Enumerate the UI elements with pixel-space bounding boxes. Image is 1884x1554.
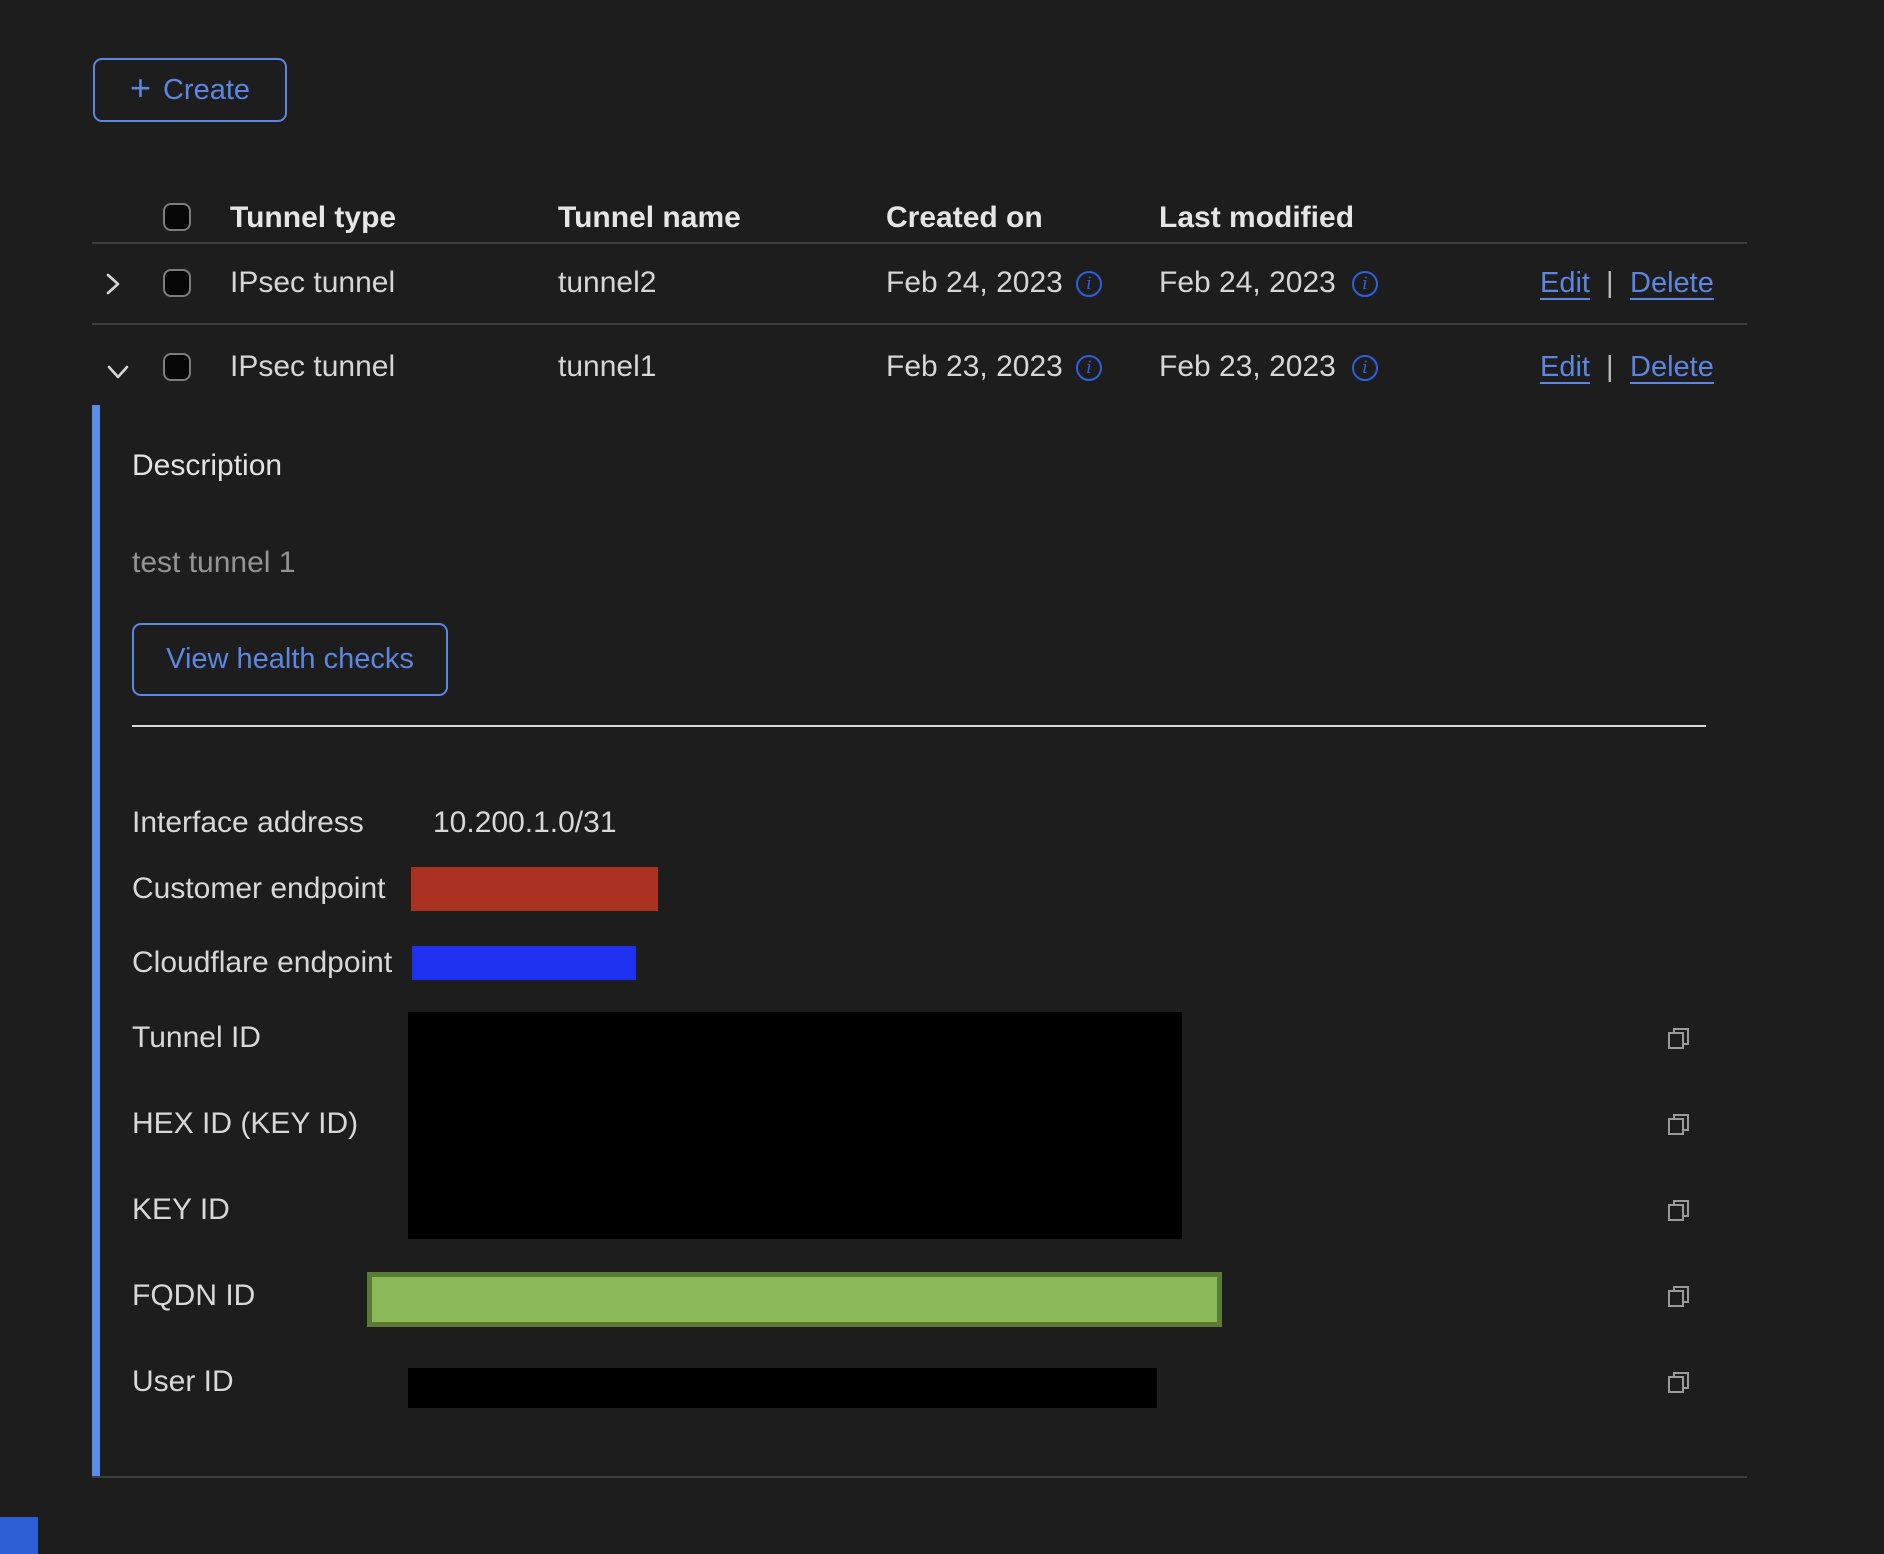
info-glyph: i xyxy=(1362,360,1367,377)
customer-endpoint-redaction xyxy=(411,867,658,911)
last-modified-cell: Feb 24, 2023 xyxy=(1159,264,1336,302)
ids-redaction xyxy=(408,1012,1182,1239)
column-header-created-on: Created on xyxy=(886,199,1043,237)
info-glyph: i xyxy=(1086,276,1091,293)
customer-endpoint-label: Customer endpoint xyxy=(132,870,385,908)
tunnels-page: + Create Tunnel type Tunnel name Created… xyxy=(0,0,1884,1554)
copy-icon[interactable] xyxy=(1666,1111,1692,1137)
row-checkbox[interactable] xyxy=(163,269,191,297)
bottom-left-blue-square xyxy=(0,1517,38,1554)
info-glyph: i xyxy=(1362,276,1367,293)
cloudflare-endpoint-redaction xyxy=(412,946,636,980)
created-on-cell: Feb 23, 2023 xyxy=(886,348,1063,386)
description-label: Description xyxy=(132,447,282,485)
expanded-row-accent-bar xyxy=(92,405,100,1478)
header-divider xyxy=(92,242,1747,244)
description-value: test tunnel 1 xyxy=(132,544,295,582)
panel-bottom-divider xyxy=(92,1476,1747,1478)
info-icon[interactable]: i xyxy=(1076,271,1102,297)
copy-icon[interactable] xyxy=(1666,1197,1692,1223)
fqdn-id-label: FQDN ID xyxy=(132,1277,255,1315)
tunnel-name-cell: tunnel2 xyxy=(558,264,656,302)
edit-link[interactable]: Edit xyxy=(1540,264,1590,302)
view-health-checks-button[interactable]: View health checks xyxy=(132,623,448,696)
select-all-checkbox[interactable] xyxy=(163,203,191,231)
cloudflare-endpoint-label: Cloudflare endpoint xyxy=(132,944,392,982)
tunnel-type-cell: IPsec tunnel xyxy=(230,348,395,386)
action-separator: | xyxy=(1606,264,1614,302)
action-separator: | xyxy=(1606,348,1614,386)
last-modified-cell: Feb 23, 2023 xyxy=(1159,348,1336,386)
copy-icon[interactable] xyxy=(1666,1025,1692,1051)
info-glyph: i xyxy=(1086,360,1091,377)
view-health-checks-label: View health checks xyxy=(166,643,414,676)
column-header-tunnel-name: Tunnel name xyxy=(558,199,741,237)
info-icon[interactable]: i xyxy=(1352,271,1378,297)
delete-link[interactable]: Delete xyxy=(1630,264,1714,302)
user-id-redaction xyxy=(408,1368,1157,1408)
chevron-right-icon[interactable] xyxy=(98,270,126,298)
column-header-tunnel-type: Tunnel type xyxy=(230,199,396,237)
row-divider xyxy=(92,323,1747,325)
column-header-last-modified: Last modified xyxy=(1159,199,1354,237)
delete-link[interactable]: Delete xyxy=(1630,348,1714,386)
section-divider xyxy=(132,725,1706,727)
user-id-label: User ID xyxy=(132,1363,234,1401)
info-icon[interactable]: i xyxy=(1076,355,1102,381)
tunnel-id-label: Tunnel ID xyxy=(132,1019,261,1057)
row-checkbox[interactable] xyxy=(163,353,191,381)
interface-address-label: Interface address xyxy=(132,804,364,842)
key-id-label: KEY ID xyxy=(132,1191,230,1229)
copy-icon[interactable] xyxy=(1666,1283,1692,1309)
fqdn-id-redaction xyxy=(367,1272,1222,1327)
created-on-cell: Feb 24, 2023 xyxy=(886,264,1063,302)
create-button[interactable]: + Create xyxy=(93,58,287,122)
hex-id-label: HEX ID (KEY ID) xyxy=(132,1105,358,1143)
interface-address-value: 10.200.1.0/31 xyxy=(433,804,617,842)
tunnel-name-cell: tunnel1 xyxy=(558,348,656,386)
tunnel-type-cell: IPsec tunnel xyxy=(230,264,395,302)
copy-icon[interactable] xyxy=(1666,1369,1692,1395)
edit-link[interactable]: Edit xyxy=(1540,348,1590,386)
info-icon[interactable]: i xyxy=(1352,355,1378,381)
create-button-label: Create xyxy=(163,74,250,107)
chevron-down-icon[interactable] xyxy=(104,358,132,386)
plus-icon: + xyxy=(130,67,151,109)
